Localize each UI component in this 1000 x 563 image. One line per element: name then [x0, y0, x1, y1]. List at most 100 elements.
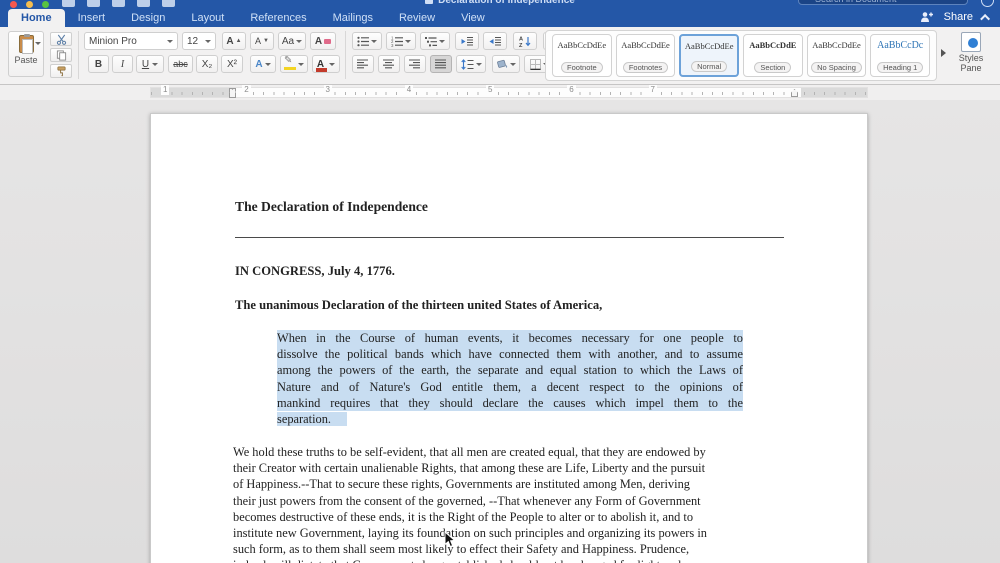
multilevel-list-button[interactable]	[420, 32, 450, 50]
align-right-button[interactable]	[404, 55, 426, 73]
selected-text-line[interactable]: dissolve the political bands which have …	[277, 346, 743, 363]
ruler-numbers: 1 2 3 4 5 6 7	[161, 85, 657, 95]
body-text-line[interactable]: indeed, will dictate that Governments lo…	[233, 557, 785, 563]
paste-label: Paste	[14, 55, 38, 65]
ribbon-tabs: Home Insert Design Layout References Mailings…	[8, 9, 498, 27]
ruler-number: 3	[323, 85, 332, 95]
style-name: Footnote	[561, 62, 603, 73]
grow-font-button[interactable]: A ▲	[222, 32, 246, 50]
doc-congress-line[interactable]: IN CONGRESS, July 4, 1776.	[235, 264, 395, 279]
align-center-button[interactable]	[378, 55, 400, 73]
ruler-bar: 1 2 3 4 5 6 7	[0, 85, 1000, 100]
align-center-icon	[383, 59, 394, 69]
highlight-button[interactable]	[280, 55, 308, 73]
superscript-button[interactable]: X²	[221, 55, 243, 73]
style-name: Heading 1	[877, 62, 924, 73]
style-name: Footnotes	[622, 62, 669, 73]
style-card[interactable]: AaBbCcDdEe Footnote	[552, 34, 612, 77]
shrink-font-button[interactable]: A ▼	[250, 32, 274, 50]
ruler-number: 6	[567, 85, 576, 95]
doc-title[interactable]: The Declaration of Independence	[235, 199, 428, 215]
ribbon-tab[interactable]: Insert	[65, 9, 119, 27]
body-text-line[interactable]: such form, as to them shall seem most li…	[233, 541, 785, 557]
right-indent-marker[interactable]	[791, 89, 798, 97]
bullet-list-icon	[357, 36, 369, 46]
more-styles-icon[interactable]	[941, 49, 946, 57]
ribbon-tab[interactable]: Layout	[178, 9, 237, 27]
paste-clipboard-icon	[18, 33, 34, 54]
ribbon-tab[interactable]: Design	[118, 9, 178, 27]
selected-text-line[interactable]: separation.	[277, 411, 743, 427]
italic-button[interactable]: I	[112, 55, 133, 73]
paste-dropdown-icon[interactable]	[35, 42, 41, 45]
document-icon	[425, 0, 434, 4]
style-card[interactable]: AaBbCcDc Heading 1	[870, 34, 931, 77]
svg-text:3: 3	[391, 43, 394, 47]
change-case-button[interactable]: Aa	[278, 32, 306, 50]
bold-button[interactable]: B	[88, 55, 109, 73]
selected-text-line[interactable]: among the powers of the earth, the separ…	[277, 362, 743, 379]
text-effects-button[interactable]: A	[250, 55, 276, 73]
style-sample: AaBbCcDdE	[749, 40, 797, 50]
selected-text-line[interactable]: Nature and of Nature's God entitle them,…	[277, 378, 743, 395]
ruler-number: 2	[242, 85, 251, 95]
body-text-line[interactable]: their just powers from the consent of th…	[233, 493, 785, 509]
decrease-indent-button[interactable]	[455, 32, 479, 50]
shading-button[interactable]	[492, 55, 520, 73]
document-page[interactable]: The Declaration of Independence IN CONGR…	[150, 113, 868, 563]
body-text-line[interactable]: their Creator with certain unalienable R…	[233, 460, 785, 476]
format-painter-button[interactable]	[50, 64, 72, 78]
align-right-icon	[409, 59, 420, 69]
bullet-list-button[interactable]	[352, 32, 382, 50]
ribbon-tab[interactable]: Home	[8, 9, 65, 27]
style-sample: AaBbCcDdEe	[812, 40, 861, 50]
font-name-select[interactable]: Minion Pro	[84, 32, 178, 50]
line-spacing-button[interactable]	[456, 55, 486, 73]
ribbon-tab[interactable]: References	[237, 9, 319, 27]
share-button[interactable]: Share	[944, 11, 973, 23]
mouse-cursor	[444, 531, 456, 548]
style-card[interactable]: AaBbCcDdEe No Spacing	[806, 34, 867, 77]
font-name-value: Minion Pro	[89, 35, 137, 47]
justify-button[interactable]	[430, 55, 452, 73]
body-text-line[interactable]: of Happiness.--That to secure these righ…	[233, 476, 785, 492]
ribbon-tab[interactable]: View	[448, 9, 498, 27]
doc-subtitle[interactable]: The unanimous Declaration of the thirtee…	[235, 298, 602, 313]
search-input[interactable]: Search in Document	[798, 0, 968, 5]
cut-button[interactable]	[50, 32, 72, 46]
body-text-line[interactable]: We hold these truths to be self-evident,…	[233, 444, 785, 460]
body-text-line[interactable]: institute new Government, laying its fou…	[233, 525, 785, 541]
font-size-select[interactable]: 12	[182, 32, 216, 50]
sort-az-icon: AZ	[519, 36, 531, 47]
ribbon-tab[interactable]: Mailings	[320, 9, 386, 27]
scissors-icon	[56, 34, 66, 45]
numbered-list-icon: 123	[391, 36, 403, 47]
justify-icon	[435, 59, 446, 69]
body-text-line[interactable]: becomes destructive of these ends, it is…	[233, 509, 785, 525]
selected-text-line[interactable]: mankind requires that they should declar…	[277, 394, 743, 412]
style-card[interactable]: AaBbCcDdEe Footnotes	[615, 34, 676, 77]
font-color-button[interactable]: A	[312, 55, 340, 73]
numbered-list-button[interactable]: 123	[386, 32, 416, 50]
svg-text:A: A	[519, 36, 523, 42]
copy-button[interactable]	[50, 48, 72, 62]
align-left-button[interactable]	[352, 55, 374, 73]
subscript-button[interactable]: X₂	[196, 55, 218, 73]
selected-text-line[interactable]: When in the Course of human events, it b…	[277, 330, 743, 347]
paste-button[interactable]: Paste	[8, 31, 44, 77]
collapse-ribbon-icon[interactable]	[980, 13, 991, 24]
strikethrough-button[interactable]: abc	[168, 55, 193, 73]
style-name: No Spacing	[811, 62, 862, 73]
clear-formatting-button[interactable]: A	[310, 32, 336, 50]
multilevel-list-icon	[425, 36, 437, 46]
ribbon-tab[interactable]: Review	[386, 9, 448, 27]
font-size-value: 12	[187, 35, 199, 47]
styles-pane-button[interactable]: Styles Pane	[950, 32, 992, 78]
style-sample: AaBbCcDc	[877, 40, 924, 51]
sort-button[interactable]: AZ	[513, 32, 537, 50]
decrease-indent-icon	[461, 36, 473, 46]
style-card[interactable]: AaBbCcDdEe Normal	[679, 34, 740, 77]
underline-button[interactable]: U	[136, 55, 164, 73]
increase-indent-button[interactable]	[483, 32, 507, 50]
style-card[interactable]: AaBbCcDdE Section	[743, 34, 803, 77]
